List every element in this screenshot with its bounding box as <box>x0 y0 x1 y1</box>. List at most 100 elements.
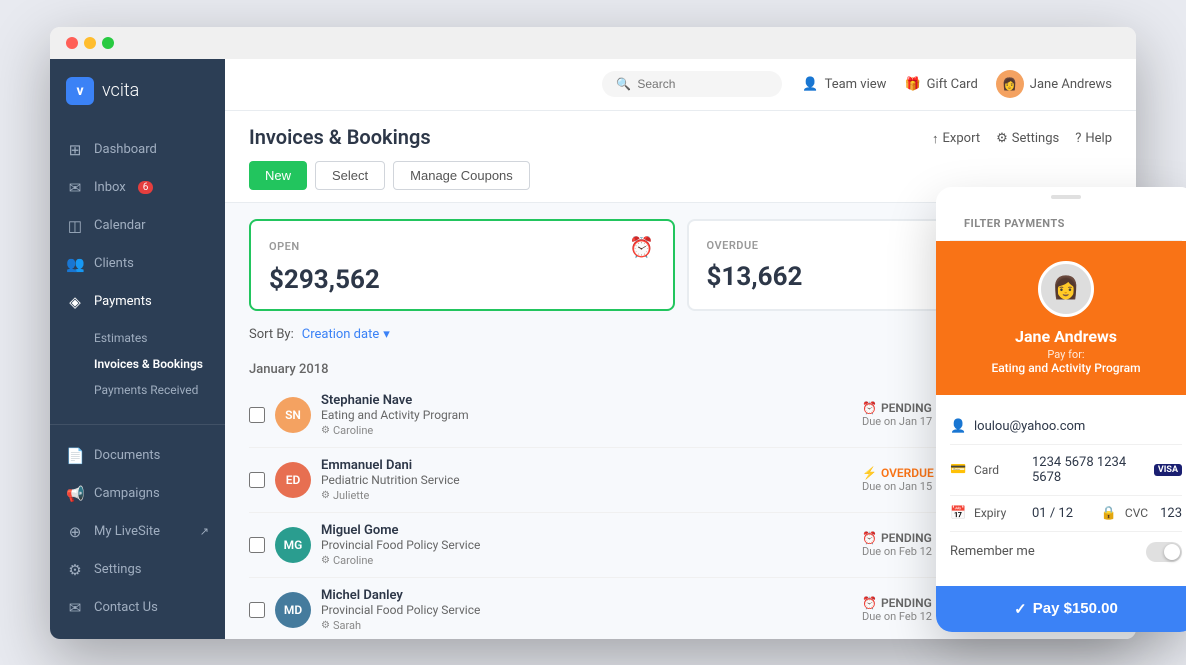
pending-icon: ⏰ <box>862 531 877 545</box>
team-view-button[interactable]: 👤 Team view <box>802 77 886 92</box>
open-stat-label: OPEN ⏰ <box>269 235 655 259</box>
page-title: Invoices & Bookings <box>249 125 431 149</box>
invoice-info: Stephanie Nave Eating and Activity Progr… <box>321 393 852 437</box>
invoice-avatar: MD <box>275 592 311 628</box>
invoice-checkbox[interactable] <box>249 472 265 488</box>
sidebar-item-label: Settings <box>94 562 141 577</box>
sidebar-item-label: Inbox <box>94 180 126 195</box>
remember-toggle[interactable] <box>1146 542 1182 562</box>
invoice-checkbox[interactable] <box>249 407 265 423</box>
cvc-value: 123 <box>1160 506 1182 521</box>
user-menu[interactable]: 👩 Jane Andrews <box>996 70 1112 98</box>
sidebar-item-settings[interactable]: ⚙ Settings <box>50 551 225 589</box>
sidebar-item-payments[interactable]: ◈ Payments <box>50 283 225 321</box>
filter-header: FILTER PAYMENTS <box>950 207 1182 241</box>
remember-row: Remember me <box>950 532 1182 572</box>
invoice-client-name: Michel Danley <box>321 588 852 603</box>
sidebar-item-invoices[interactable]: Invoices & Bookings <box>50 351 225 377</box>
sidebar-item-livesite[interactable]: ⊕ My LiveSite ↗ <box>50 513 225 551</box>
invoice-avatar: SN <box>275 397 311 433</box>
sidebar-item-contact-us[interactable]: ✉ Contact Us <box>50 589 225 627</box>
inbox-icon: ✉ <box>66 179 84 197</box>
invoice-assigned: ⚙ Caroline <box>321 424 852 437</box>
invoice-checkbox[interactable] <box>249 602 265 618</box>
maximize-dot[interactable] <box>102 37 114 49</box>
sidebar: v vcita ⊞ Dashboard ✉ Inbox 6 ◫ Calendar <box>50 59 225 639</box>
overdue-icon: ⚡ <box>862 466 877 480</box>
clients-icon: 👥 <box>66 255 84 273</box>
assign-icon: ⚙ <box>321 425 330 436</box>
card-field-row: 💳 Card 1234 5678 1234 5678 VISA <box>950 445 1182 496</box>
search-box[interactable]: 🔍 <box>602 71 782 97</box>
sidebar-item-calendar[interactable]: ◫ Calendar <box>50 207 225 245</box>
payments-icon: ◈ <box>66 293 84 311</box>
invoice-info: Michel Danley Provincial Food Policy Ser… <box>321 588 852 632</box>
top-bar: 🔍 👤 Team view 🎁 Gift Card 👩 <box>225 59 1136 111</box>
calendar-icon: ◫ <box>66 217 84 235</box>
sidebar-item-estimates[interactable]: Estimates <box>50 325 225 351</box>
new-button[interactable]: New <box>249 161 307 190</box>
invoice-avatar: ED <box>275 462 311 498</box>
sidebar-item-campaigns[interactable]: 📢 Campaigns <box>50 475 225 513</box>
sidebar-item-received[interactable]: Payments Received <box>50 377 225 403</box>
logo-icon: v <box>66 77 94 105</box>
email-icon: 👤 <box>950 419 966 434</box>
email-value: loulou@yahoo.com <box>974 419 1182 434</box>
filter-title: FILTER PAYMENTS <box>964 217 1065 230</box>
search-input[interactable] <box>637 77 768 91</box>
invoice-checkbox[interactable] <box>249 537 265 553</box>
sidebar-item-inbox[interactable]: ✉ Inbox 6 <box>50 169 225 207</box>
select-button[interactable]: Select <box>315 161 385 190</box>
help-button[interactable]: ? Help <box>1075 131 1112 146</box>
sidebar-item-label: Clients <box>94 256 134 271</box>
sort-dropdown[interactable]: Creation date ▾ <box>302 327 390 342</box>
email-field-row: 👤 loulou@yahoo.com <box>950 409 1182 445</box>
settings-button[interactable]: ⚙ Settings <box>996 131 1059 146</box>
assign-icon: ⚙ <box>321 620 330 631</box>
payment-form: 👤 loulou@yahoo.com 💳 Card 1234 5678 1234… <box>936 395 1186 586</box>
invoice-avatar: MG <box>275 527 311 563</box>
sidebar-item-label: My LiveSite <box>94 524 160 539</box>
payments-submenu: Estimates Invoices & Bookings Payments R… <box>50 321 225 407</box>
settings-icon: ⚙ <box>996 131 1008 146</box>
pay-button[interactable]: ✓ Pay $150.00 <box>936 586 1186 632</box>
manage-coupons-button[interactable]: Manage Coupons <box>393 161 530 190</box>
inbox-badge: 6 <box>138 181 154 194</box>
sidebar-item-label: Dashboard <box>94 142 157 157</box>
sidebar-item-documents[interactable]: 📄 Documents <box>50 437 225 475</box>
sidebar-item-label: Calendar <box>94 218 146 233</box>
sidebar-item-dashboard[interactable]: ⊞ Dashboard <box>50 131 225 169</box>
open-stat-card[interactable]: OPEN ⏰ $293,562 <box>249 219 675 311</box>
pay-button-label: Pay $150.00 <box>1033 600 1118 617</box>
payment-user-name: Jane Andrews <box>950 327 1182 346</box>
sidebar-nav: ⊞ Dashboard ✉ Inbox 6 ◫ Calendar 👥 Clien… <box>50 123 225 424</box>
clock-icon: ⏰ <box>629 235 654 259</box>
logo-text: vcita <box>102 80 139 101</box>
export-icon: ↑ <box>932 131 939 147</box>
minimize-dot[interactable] <box>84 37 96 49</box>
chevron-down-icon: ▾ <box>383 327 390 342</box>
sidebar-item-label: Campaigns <box>94 486 160 501</box>
close-dot[interactable] <box>66 37 78 49</box>
user-name-label: Jane Andrews <box>1030 77 1112 92</box>
visa-badge: VISA <box>1154 464 1182 476</box>
sidebar-item-label: Documents <box>94 448 160 463</box>
gift-card-button[interactable]: 🎁 Gift Card <box>904 77 977 92</box>
export-label: Export <box>943 131 981 146</box>
export-button[interactable]: ↑ Export <box>932 131 980 147</box>
sidebar-item-clients[interactable]: 👥 Clients <box>50 245 225 283</box>
expiry-label: Expiry <box>974 506 1024 520</box>
logo[interactable]: v vcita <box>50 59 225 123</box>
invoice-assigned: ⚙ Caroline <box>321 554 852 567</box>
checkmark-icon: ✓ <box>1014 600 1027 618</box>
invoice-service: Provincial Food Policy Service <box>321 538 852 552</box>
invoice-client-name: Emmanuel Dani <box>321 458 852 473</box>
user-avatar: 👩 <box>996 70 1024 98</box>
card-number-value: 1234 5678 1234 5678 <box>1032 455 1146 485</box>
invoice-info: Emmanuel Dani Pediatric Nutrition Servic… <box>321 458 852 502</box>
cvc-label: CVC <box>1125 506 1148 520</box>
remember-label: Remember me <box>950 544 1035 559</box>
payment-header: 👩 Jane Andrews Pay for: Eating and Activ… <box>936 241 1186 395</box>
invoice-info: Miguel Gome Provincial Food Policy Servi… <box>321 523 852 567</box>
campaigns-icon: 📢 <box>66 485 84 503</box>
